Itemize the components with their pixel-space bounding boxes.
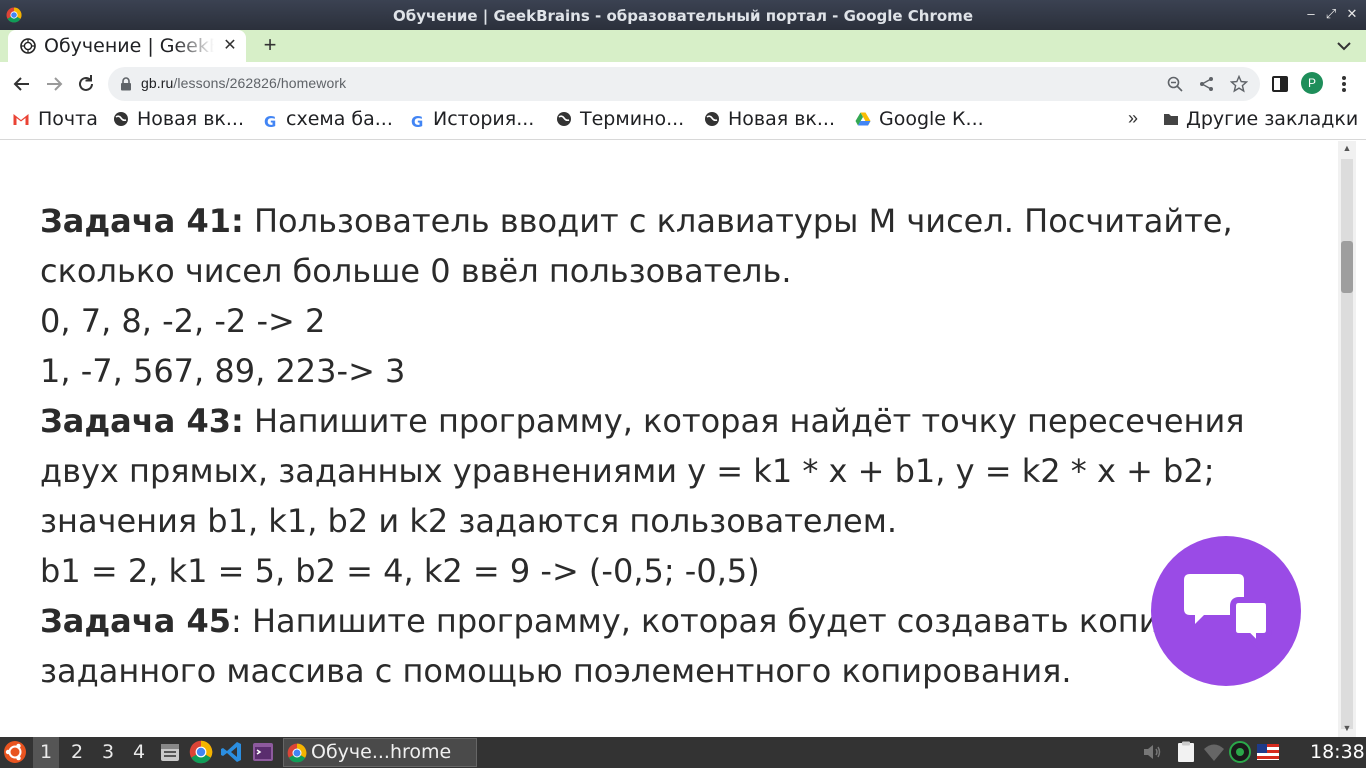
volume-icon[interactable] [1140, 740, 1164, 764]
scroll-thumb[interactable] [1341, 241, 1353, 293]
bookmark-item[interactable]: Новая вк... [704, 108, 835, 134]
task-45: Задача 45: Напишите программу, которая б… [40, 596, 1290, 696]
tab-strip: Обучение | GeekBrains ✕ [0, 30, 1366, 62]
bookmark-item[interactable]: Термино... [556, 108, 684, 134]
example-41-2: 1, -7, 567, 89, 223-> 3 [40, 352, 406, 390]
back-arrow-icon[interactable] [10, 72, 34, 96]
clock[interactable]: 18:38 [1310, 737, 1365, 768]
terminal-icon[interactable] [251, 740, 275, 764]
example-43-1: b1 = 2, k1 = 5, b2 = 4, k2 = 9 -> (-0,5;… [40, 552, 760, 590]
globe-icon [114, 112, 128, 126]
wifi-icon[interactable] [1202, 740, 1226, 764]
task-43: Задача 43: Напишите программу, которая н… [40, 396, 1290, 546]
keyboard-layout-icon[interactable] [1256, 740, 1280, 764]
bookmark-item[interactable]: G История... [411, 108, 534, 134]
bookmark-item[interactable]: Gсхема ба... [264, 108, 393, 134]
workspace-1[interactable]: 1 [33, 737, 59, 768]
network-status-icon[interactable] [1228, 740, 1252, 764]
bookmark-label: История... [433, 108, 535, 130]
drive-icon [855, 112, 871, 126]
profile-avatar[interactable]: P [1301, 72, 1323, 94]
bookmark-label: Термино... [580, 108, 685, 130]
bookmarks-overflow-icon[interactable]: » [1128, 108, 1138, 129]
bookmark-item[interactable]: Новая вк... [113, 108, 244, 134]
zoom-icon[interactable] [1166, 75, 1184, 93]
bookmark-label: Почта [38, 108, 98, 130]
taskbar: 1 2 3 4 Обуче...hrome 18:38 [0, 737, 1366, 768]
page-scrollbar[interactable]: ▲ ▼ [1338, 141, 1356, 737]
new-tab-button[interactable]: + [259, 33, 281, 57]
task-41: Задача 41: Пользователь вводит с клавиат… [40, 196, 1290, 296]
chrome-window-icon [287, 743, 307, 763]
workspace-2[interactable]: 2 [64, 737, 90, 768]
close-window-icon[interactable]: ✕ [1343, 5, 1361, 23]
chrome-launcher-icon[interactable] [189, 740, 213, 764]
tab-geekbrains[interactable]: Обучение | GeekBrains ✕ [8, 30, 246, 62]
url-host: gb.ru [141, 75, 174, 91]
share-icon[interactable] [1198, 75, 1216, 93]
google-icon: G [264, 113, 277, 131]
star-icon[interactable] [1230, 75, 1248, 93]
window-title: Обучение | GeekBrains - образовательный … [393, 7, 973, 25]
url-text[interactable]: gb.ru/lessons/262826/homework [141, 75, 346, 91]
bookmark-item[interactable]: Google К... [855, 108, 984, 134]
chat-button[interactable] [1151, 536, 1301, 686]
other-bookmarks-label: Другие закладки [1186, 108, 1359, 130]
bookmarks-bar: Почта Новая вк... Gсхема ба... G История.… [0, 104, 1366, 140]
bookmark-label: Новая вк... [728, 108, 836, 130]
other-bookmarks[interactable]: Другие закладки [1163, 108, 1358, 134]
bookmark-item[interactable]: Почта [13, 108, 98, 134]
lock-icon[interactable] [120, 77, 132, 91]
bookmark-label: Google К... [879, 108, 984, 130]
folder-icon [1164, 114, 1178, 125]
vscode-icon[interactable] [220, 740, 244, 764]
task-41-label: Задача 41: [40, 202, 244, 240]
forward-arrow-icon[interactable] [42, 72, 66, 96]
taskbar-window-chrome[interactable]: Обуче...hrome [283, 738, 477, 767]
address-bar[interactable]: gb.ru/lessons/262826/homework [108, 67, 1260, 101]
workspace-4[interactable]: 4 [126, 737, 152, 768]
gmail-icon [13, 114, 29, 125]
workspace-3[interactable]: 3 [95, 737, 121, 768]
clipboard-icon[interactable] [1174, 740, 1198, 764]
file-manager-icon[interactable] [158, 740, 182, 764]
window-title-bar: Обучение | GeekBrains - образовательный … [0, 0, 1366, 30]
bookmark-label: Новая вк... [137, 108, 245, 130]
reload-icon[interactable] [74, 72, 98, 96]
tab-close-icon[interactable]: ✕ [220, 36, 240, 56]
page-content: Задача 41: Пользователь вводит с клавиат… [0, 141, 1338, 737]
geekbrains-favicon-icon [20, 38, 36, 54]
bookmark-label: схема ба... [286, 108, 393, 130]
tab-title: Обучение | GeekBrains [44, 35, 214, 57]
url-path: /lessons/262826/homework [173, 75, 347, 91]
chevron-down-icon[interactable] [1334, 36, 1354, 56]
homework-text: Задача 41: Пользователь вводит с клавиат… [40, 196, 1290, 696]
minimize-icon[interactable]: – [1302, 5, 1320, 23]
task-43-label: Задача 43: [40, 402, 244, 440]
globe-icon [705, 112, 719, 126]
scroll-down-icon[interactable]: ▼ [1338, 723, 1356, 735]
more-menu-icon[interactable] [1336, 74, 1352, 94]
scroll-up-icon[interactable]: ▲ [1338, 143, 1356, 155]
globe-icon [557, 112, 571, 126]
side-panel-icon[interactable] [1270, 74, 1290, 94]
google-icon: G [411, 113, 424, 131]
task-45-label: Задача 45 [40, 602, 231, 640]
chat-bubbles-icon [1184, 574, 1272, 654]
ubuntu-menu-icon[interactable] [3, 740, 27, 764]
taskbar-window-label: Обуче...hrome [311, 741, 452, 763]
restore-icon[interactable]: ⤢ [1322, 5, 1340, 23]
example-41-1: 0, 7, 8, -2, -2 -> 2 [40, 302, 326, 340]
